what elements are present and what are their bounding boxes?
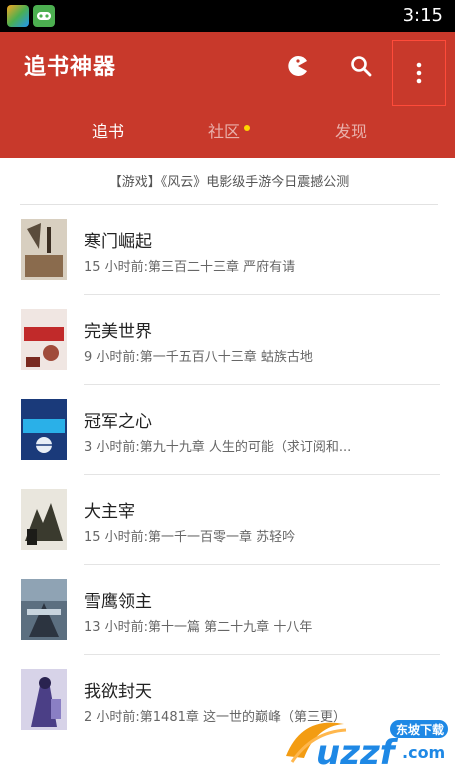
app-title: 追书神器 — [24, 55, 117, 80]
status-time: 3:15 — [402, 5, 443, 26]
book-row[interactable]: 雪鹰领主 13 小时前:第十一篇 第二十九章 十八年 — [0, 565, 455, 655]
app-notification-icon — [7, 5, 29, 27]
book-update: 3 小时前:第九十九章 人生的可能（求订阅和... — [84, 440, 352, 455]
book-update: 15 小时前:第一千一百零一章 苏轻吟 — [84, 530, 296, 545]
svg-text:uzzf: uzzf — [316, 733, 399, 772]
book-row[interactable]: 完美世界 9 小时前:第一千五百八十三章 蛄族古地 — [0, 295, 455, 385]
game-center-button[interactable] — [276, 44, 320, 88]
book-title: 完美世界 — [84, 322, 152, 342]
book-title: 寒门崛起 — [84, 232, 152, 252]
book-cover — [21, 489, 67, 550]
book-cover — [21, 579, 67, 640]
search-icon — [351, 56, 372, 77]
book-cover — [21, 219, 67, 280]
book-row[interactable]: 大主宰 15 小时前:第一千一百零一章 苏轻吟 — [0, 475, 455, 565]
more-vertical-icon — [416, 62, 422, 84]
book-title: 冠军之心 — [84, 412, 152, 432]
book-row[interactable]: 寒门崛起 15 小时前:第三百二十三章 严府有请 — [0, 205, 455, 295]
svg-text:东坡下载: 东坡下载 — [396, 722, 444, 737]
pacman-icon — [288, 55, 307, 76]
tab-discover[interactable]: 发现 — [335, 118, 367, 142]
promo-notice[interactable]: 【游戏】《风云》电影级手游今日震撼公测 — [20, 158, 438, 205]
search-button[interactable] — [339, 44, 383, 88]
book-cover — [21, 309, 67, 370]
more-options-button[interactable] — [392, 40, 446, 106]
game-controller-icon — [33, 5, 55, 27]
new-badge-dot — [244, 125, 250, 131]
book-cover — [21, 399, 67, 460]
app-header: 追书神器 追书 社区 发现 — [0, 32, 455, 158]
book-row[interactable]: 冠军之心 3 小时前:第九十九章 人生的可能（求订阅和... — [0, 385, 455, 475]
book-update: 13 小时前:第十一篇 第二十九章 十八年 — [84, 620, 313, 635]
watermark-logo: uzzf 东坡下载 .com — [282, 712, 452, 773]
status-bar: 3:15 — [0, 0, 455, 32]
book-cover — [21, 669, 67, 730]
svg-text:.com: .com — [402, 743, 445, 762]
book-title: 我欲封天 — [84, 682, 152, 702]
book-update: 15 小时前:第三百二十三章 严府有请 — [84, 260, 296, 275]
book-title: 大主宰 — [84, 502, 135, 522]
book-title: 雪鹰领主 — [84, 592, 152, 612]
book-update: 9 小时前:第一千五百八十三章 蛄族古地 — [84, 350, 313, 365]
tab-follow[interactable]: 追书 — [92, 118, 124, 142]
tab-bar: 追书 社区 发现 — [0, 112, 455, 152]
tab-community[interactable]: 社区 — [208, 118, 240, 142]
